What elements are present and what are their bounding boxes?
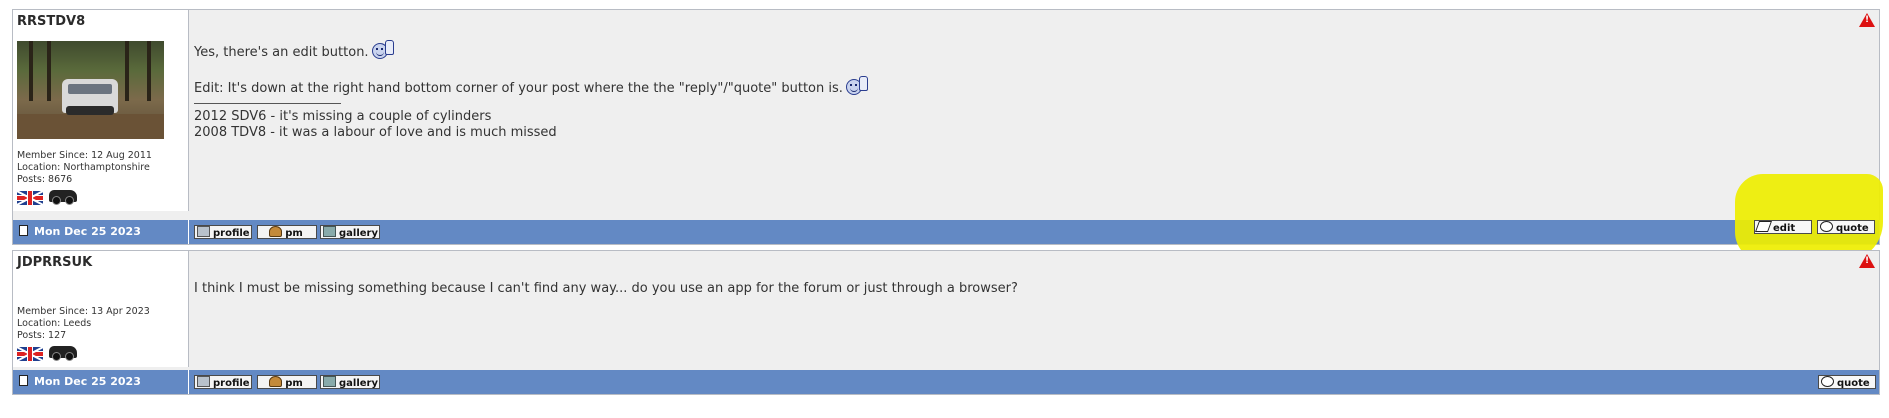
post-author-panel: RRSTDV8 Member Since: 12 Aug 2011 Locati… bbox=[13, 10, 189, 211]
pm-icon bbox=[269, 226, 283, 237]
post-text-line: Edit: It's down at the right hand bottom… bbox=[194, 76, 868, 96]
author-post-count: Posts: 8676 bbox=[17, 174, 73, 185]
highlighter-annotation bbox=[1735, 174, 1883, 262]
edit-pencil-icon bbox=[1754, 221, 1773, 232]
author-post-count: Posts: 127 bbox=[17, 330, 67, 341]
signature-line: 2012 SDV6 - it's missing a couple of cyl… bbox=[194, 109, 492, 124]
post-text-line: Yes, there's an edit button. bbox=[194, 40, 394, 60]
post-document-icon bbox=[19, 225, 28, 236]
post-date: Mon Dec 25 2023 10:13am bbox=[13, 220, 189, 262]
report-post-icon[interactable] bbox=[1859, 254, 1875, 268]
author-location: Location: Northamptonshire bbox=[17, 162, 150, 173]
gallery-button[interactable]: gallery bbox=[320, 375, 380, 389]
post-text-line: I think I must be missing something beca… bbox=[194, 281, 1018, 296]
vehicle-icon bbox=[49, 190, 77, 205]
post-date: Mon Dec 25 2023 11:11am bbox=[13, 370, 189, 412]
uk-flag-icon bbox=[17, 347, 43, 361]
quote-button[interactable]: quote bbox=[1817, 220, 1875, 234]
post-author-panel: JDPRRSUK Member Since: 13 Apr 2023 Locat… bbox=[13, 251, 189, 367]
author-badges bbox=[17, 189, 87, 205]
post-document-icon bbox=[19, 375, 28, 386]
profile-icon bbox=[197, 226, 210, 237]
author-badges bbox=[17, 345, 87, 361]
thumbs-up-smiley-icon bbox=[371, 40, 394, 59]
author-member-since: Member Since: 12 Aug 2011 bbox=[17, 150, 152, 161]
gallery-icon bbox=[323, 376, 336, 387]
signature-divider bbox=[194, 103, 341, 104]
report-post-icon[interactable] bbox=[1859, 13, 1875, 27]
quote-icon bbox=[1821, 376, 1834, 387]
author-location: Location: Leeds bbox=[17, 318, 92, 329]
edit-button[interactable]: edit bbox=[1754, 220, 1812, 234]
author-member-since: Member Since: 13 Apr 2023 bbox=[17, 306, 150, 317]
gallery-button[interactable]: gallery bbox=[320, 225, 380, 239]
author-avatar bbox=[17, 41, 164, 139]
post-footer-bar: Mon Dec 25 2023 10:13am profile pm galle… bbox=[13, 220, 1879, 262]
forum-post: JDPRRSUK Member Since: 13 Apr 2023 Locat… bbox=[12, 250, 1880, 412]
pm-icon bbox=[269, 376, 283, 387]
gallery-icon bbox=[323, 226, 336, 237]
vehicle-icon bbox=[49, 346, 77, 361]
quote-icon bbox=[1820, 221, 1833, 232]
quote-button[interactable]: quote bbox=[1818, 375, 1876, 389]
profile-icon bbox=[197, 376, 210, 387]
profile-button[interactable]: profile bbox=[194, 225, 252, 239]
author-username[interactable]: JDPRRSUK bbox=[17, 255, 92, 270]
author-username[interactable]: RRSTDV8 bbox=[17, 14, 85, 29]
forum-post: RRSTDV8 Member Since: 12 Aug 2011 Locati… bbox=[12, 9, 1880, 262]
pm-button[interactable]: pm bbox=[257, 225, 317, 239]
post-footer-bar: Mon Dec 25 2023 11:11am profile pm galle… bbox=[13, 370, 1879, 412]
signature-line: 2008 TDV8 - it was a labour of love and … bbox=[194, 125, 557, 140]
pm-button[interactable]: pm bbox=[257, 375, 317, 389]
uk-flag-icon bbox=[17, 191, 43, 205]
thumbs-up-smiley-icon bbox=[845, 76, 868, 95]
profile-button[interactable]: profile bbox=[194, 375, 252, 389]
